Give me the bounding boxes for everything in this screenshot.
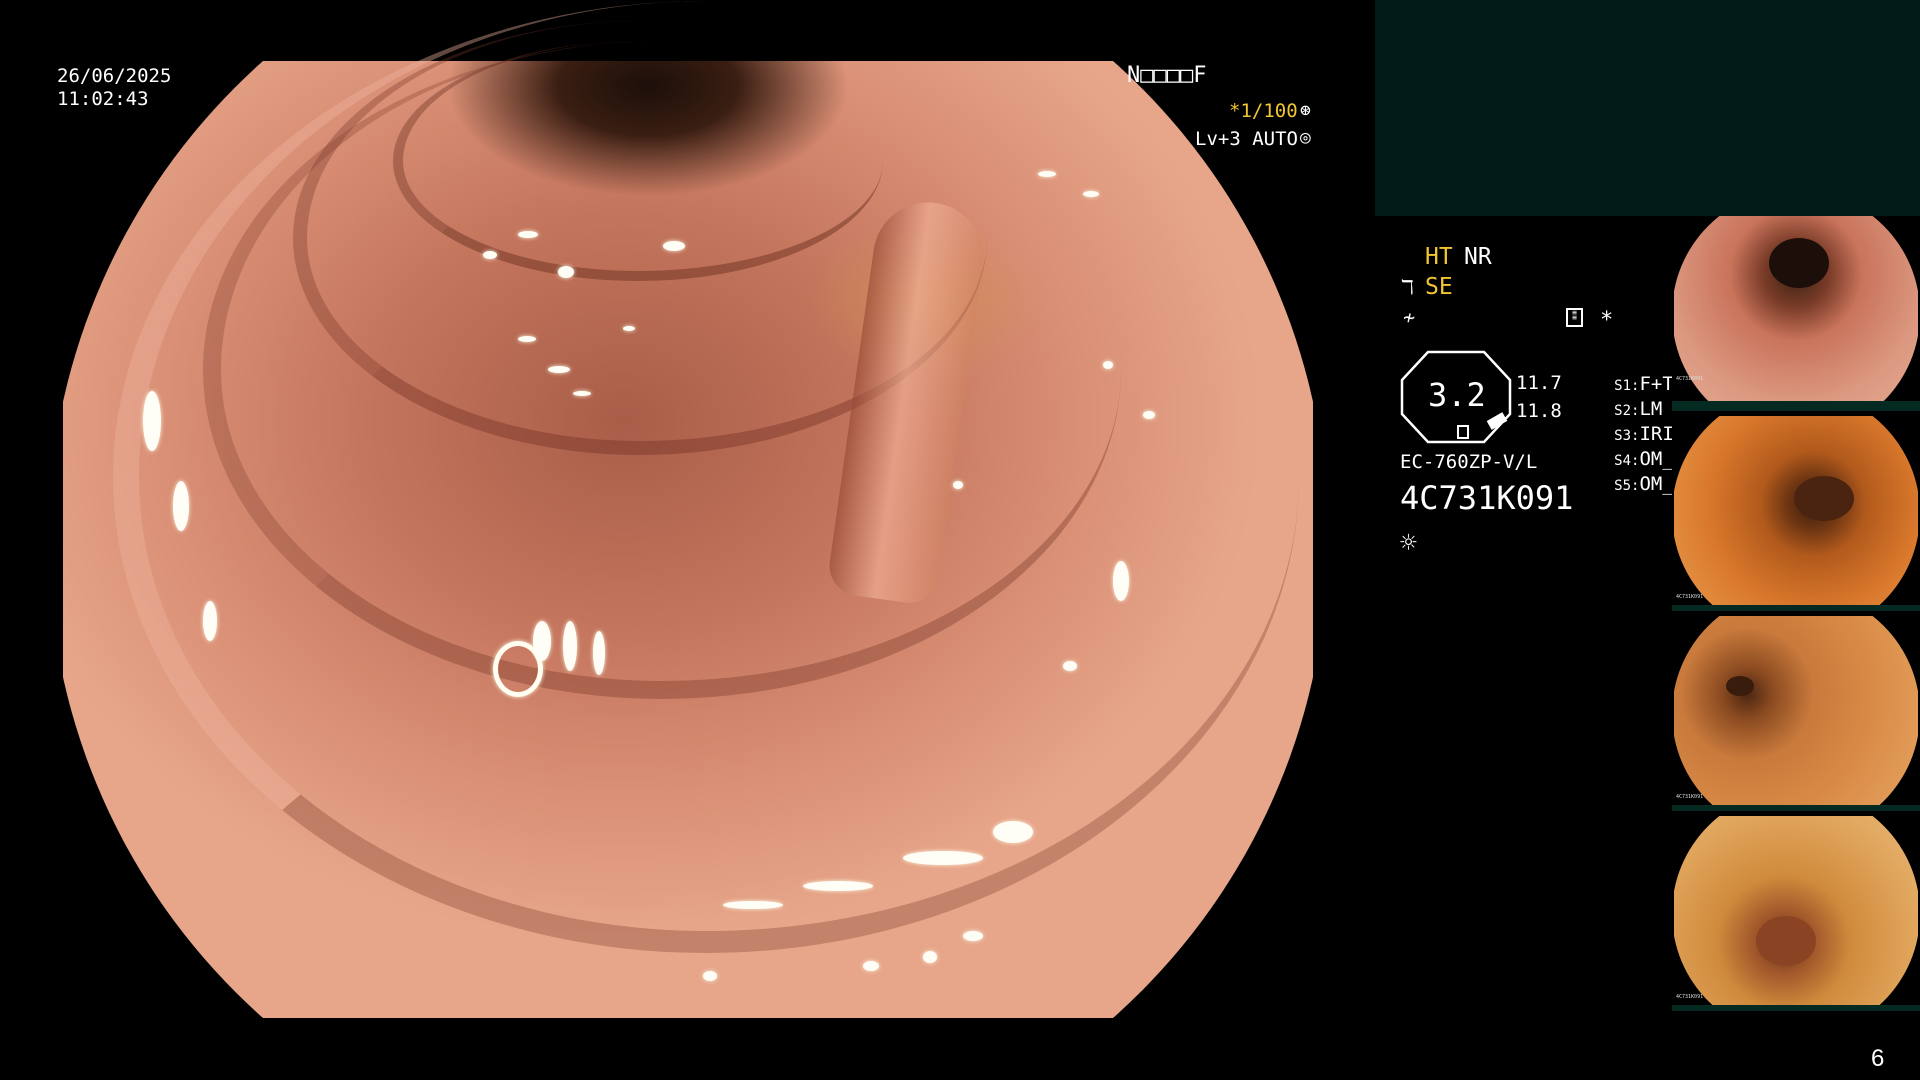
sun-icon: ☼ bbox=[1400, 526, 1417, 559]
shutter-label: *1/100 bbox=[1229, 100, 1298, 122]
page-number: 6 bbox=[1871, 1045, 1885, 1072]
freeze-icon: ≁ bbox=[1403, 305, 1416, 329]
thumbnail-3[interactable]: 4C731K091 bbox=[1672, 616, 1920, 811]
thumbnail-caption: 4C731K091 bbox=[1676, 594, 1704, 600]
nr-label: NR bbox=[1464, 244, 1492, 270]
star-label: * bbox=[1600, 308, 1614, 333]
top-right-panel bbox=[1375, 0, 1920, 216]
endoscope-view bbox=[63, 1, 1313, 1018]
date-label: 26/06/2025 bbox=[57, 65, 172, 87]
top-code-label: N□□□□F bbox=[1127, 63, 1207, 88]
memory-card-icon: ≡ ≡ bbox=[1566, 308, 1583, 327]
thumbnail-4[interactable]: 4C731K091 bbox=[1672, 816, 1920, 1011]
ht-label: HT bbox=[1425, 244, 1453, 270]
zoom-bottom-value: 11.8 bbox=[1516, 400, 1562, 422]
time-label: 11:02:43 bbox=[57, 88, 149, 110]
thumbnail-caption: 4C731K091 bbox=[1676, 794, 1704, 800]
concentric-circle-icon: ◎ bbox=[1300, 127, 1311, 148]
light-level-label: Lv+3 AUTO bbox=[1195, 128, 1298, 150]
thumbnail-2[interactable]: 4C731K091 bbox=[1672, 416, 1920, 611]
mucosal-fold bbox=[393, 41, 883, 281]
thumbnail-1[interactable]: 4C731K091 bbox=[1672, 216, 1920, 411]
thumbnail-caption: 4C731K091 bbox=[1676, 376, 1704, 382]
structure-enhance-icon: ℸ bbox=[1401, 275, 1414, 299]
thumbnail-caption: 4C731K091 bbox=[1676, 994, 1704, 1000]
gear-circle-icon: ⊛ bbox=[1300, 100, 1311, 121]
switch-key: S5: bbox=[1614, 478, 1640, 494]
se-label: SE bbox=[1425, 274, 1453, 300]
zoom-value: 3.2 bbox=[1428, 376, 1486, 414]
serial-number-label: 4C731K091 bbox=[1400, 479, 1574, 517]
scope-model-label: EC-760ZP-V/L bbox=[1400, 451, 1538, 473]
zoom-top-value: 11.7 bbox=[1516, 372, 1562, 394]
